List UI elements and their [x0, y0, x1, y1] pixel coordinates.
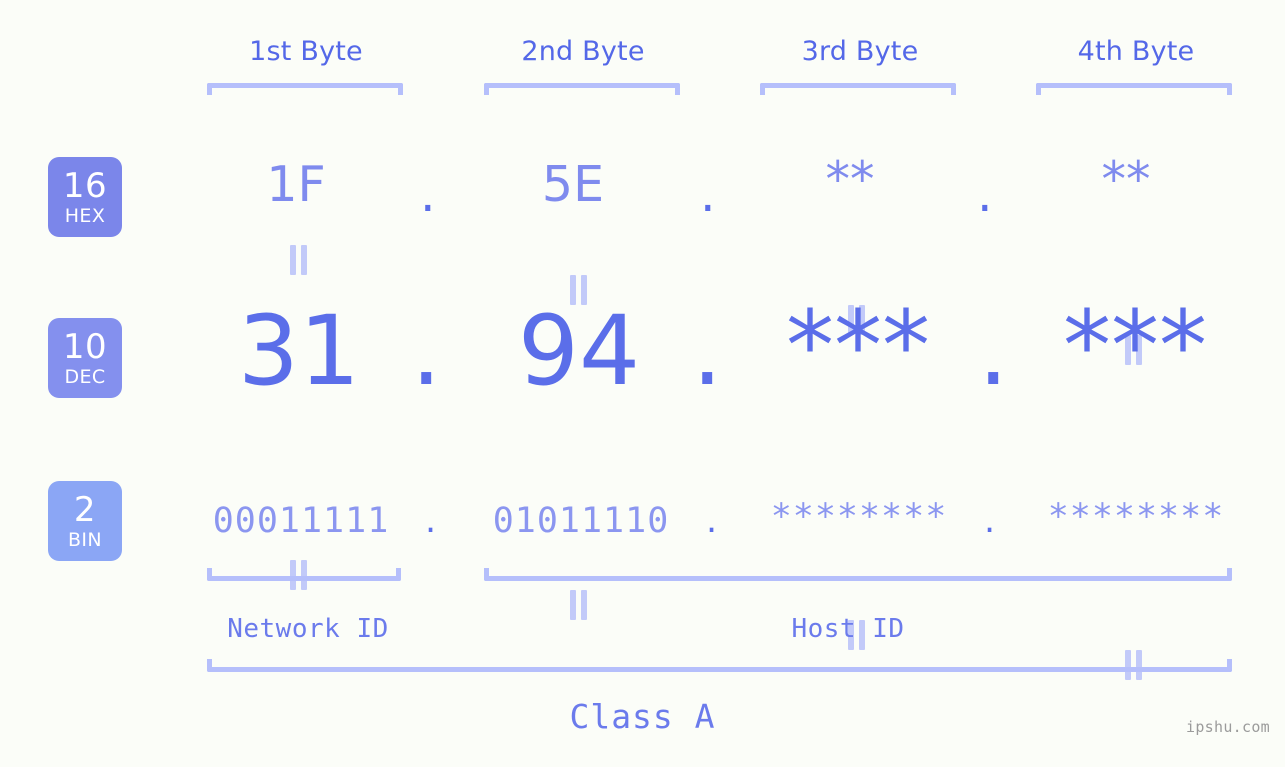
- byte-bracket-top-3: [760, 83, 956, 95]
- hex-byte-3: **: [825, 151, 875, 208]
- network-id-label: Network ID: [227, 614, 389, 644]
- class-bracket: [207, 659, 1232, 672]
- host-id-bracket: [484, 568, 1232, 581]
- base-badge-hex: 16 HEX: [48, 157, 122, 237]
- byte-heading-1: 1st Byte: [249, 36, 363, 67]
- equals-connector-hex-dec-1: [288, 245, 310, 275]
- bin-byte-1: 00011111: [212, 501, 390, 541]
- dec-separator-3: .: [978, 295, 1009, 407]
- hex-separator-3: .: [977, 166, 993, 223]
- base-badge-hex-number: 16: [62, 165, 108, 206]
- base-badge-dec-name: DEC: [64, 365, 106, 388]
- byte-bracket-top-4: [1036, 83, 1232, 95]
- dec-byte-3: ***: [786, 290, 930, 402]
- equals-connector-dec-bin-2: [568, 590, 590, 620]
- dec-separator-1: .: [411, 295, 442, 407]
- dec-byte-2: 94: [517, 295, 641, 407]
- byte-heading-4: 4th Byte: [1077, 36, 1195, 67]
- hex-byte-2: 5E: [541, 156, 605, 213]
- bin-byte-4: ********: [1047, 497, 1225, 537]
- bin-separator-3: .: [984, 501, 996, 541]
- dec-byte-4: ***: [1063, 290, 1207, 402]
- base-badge-dec-number: 10: [62, 326, 108, 367]
- hex-separator-1: .: [420, 166, 436, 223]
- bin-separator-1: .: [425, 501, 437, 541]
- base-badge-dec: 10 DEC: [48, 318, 122, 398]
- hex-byte-4: **: [1101, 151, 1151, 208]
- network-id-bracket: [207, 568, 401, 581]
- byte-heading-3: 3rd Byte: [801, 36, 919, 67]
- host-id-label: Host ID: [791, 614, 905, 644]
- base-badge-hex-name: HEX: [64, 204, 106, 227]
- byte-heading-2: 2nd Byte: [521, 36, 645, 67]
- base-badge-bin: 2 BIN: [48, 481, 122, 561]
- dec-byte-1: 31: [237, 295, 361, 407]
- site-watermark: ipshu.com: [1186, 718, 1270, 736]
- class-label: Class A: [569, 697, 716, 736]
- base-badge-bin-number: 2: [73, 489, 97, 530]
- dec-separator-2: .: [692, 295, 723, 407]
- base-badge-bin-name: BIN: [67, 528, 103, 551]
- byte-bracket-top-2: [484, 83, 680, 95]
- byte-bracket-top-1: [207, 83, 403, 95]
- hex-byte-1: 1F: [266, 156, 326, 213]
- bin-byte-2: 01011110: [492, 501, 670, 541]
- ip-address-breakdown-diagram: 1st Byte 2nd Byte 3rd Byte 4th Byte 16 H…: [0, 0, 1285, 767]
- hex-separator-2: .: [700, 166, 716, 223]
- bin-byte-3: ********: [770, 497, 948, 537]
- bin-separator-2: .: [706, 501, 718, 541]
